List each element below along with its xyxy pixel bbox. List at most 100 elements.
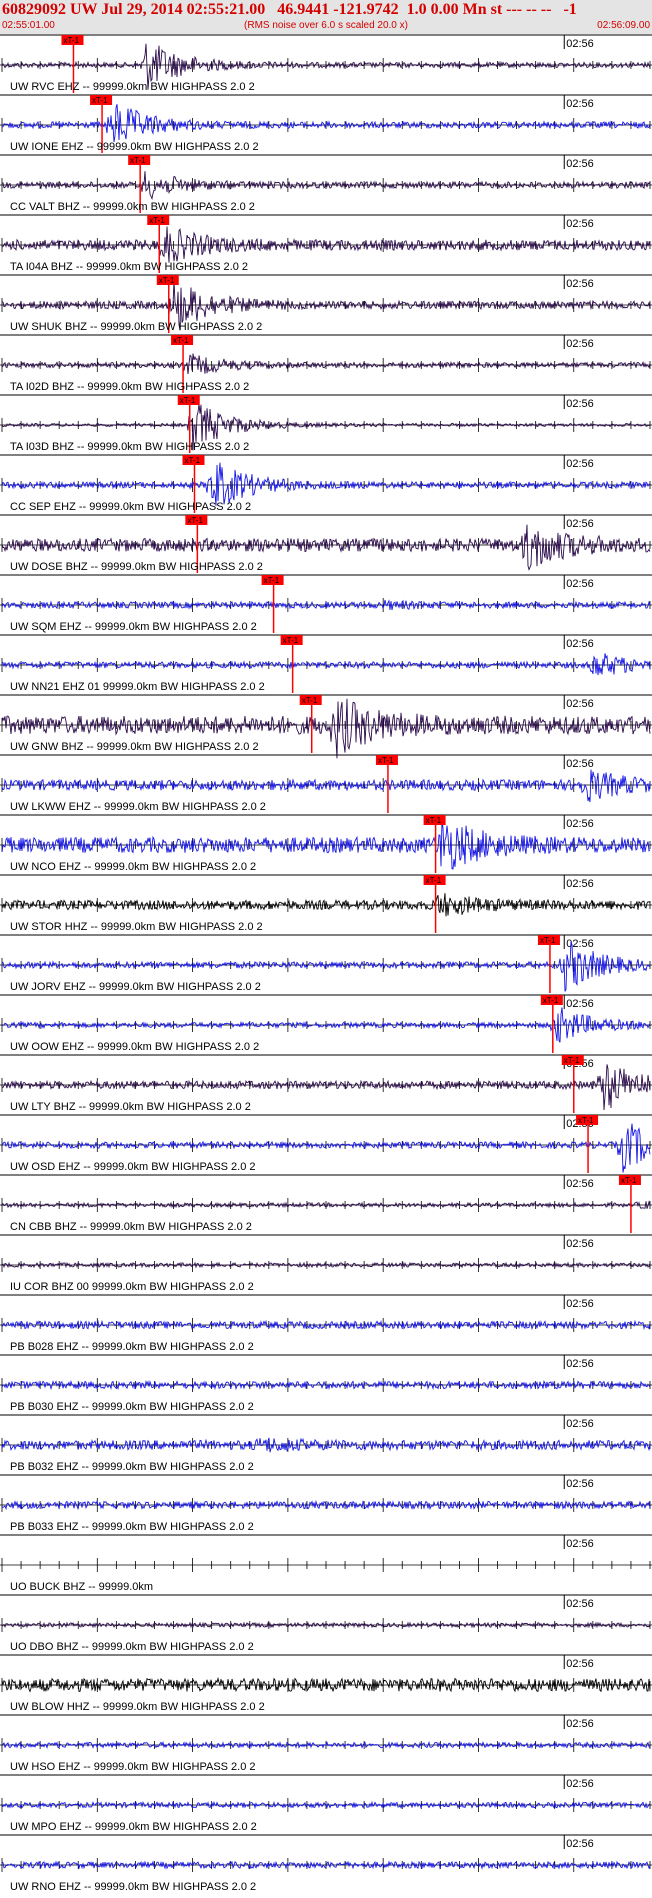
station-label: UO BUCK BHZ -- 99999.0km [10, 1581, 153, 1593]
minute-tick-label: 02:56 [566, 1298, 594, 1310]
station-label: UW HSO EHZ -- 99999.0km BW HIGHPASS 2.0 … [10, 1761, 256, 1773]
pick-label: xT-1 [187, 516, 203, 525]
trace-row: 02:56 xT-1 UW RVC EHZ -- 99999.0km BW HIGH… [0, 34, 652, 93]
waveform [1, 226, 651, 263]
trace-row: 02:56 xT-1 CC SEP EHZ -- 99999.0km BW HIGH… [0, 454, 652, 513]
trace-row: 02:56 UO BUCK BHZ -- 99999.0km [0, 1534, 652, 1593]
trace-row: 02:56 PB B033 EHZ -- 99999.0km BW HIGHPAS… [0, 1474, 652, 1533]
station-label: UW RNO EHZ -- 99999.0km BW HIGHPASS 2.0 … [10, 1881, 256, 1893]
minute-tick-label: 02:56 [566, 1178, 594, 1190]
pick-label: xT-1 [621, 1176, 637, 1185]
minute-tick-label: 02:56 [566, 578, 594, 590]
waveform [1, 893, 651, 917]
station-label: CC VALT BHZ -- 99999.0km BW HIGHPASS 2.0… [10, 201, 255, 213]
station-label: UW IONE EHZ -- 99999.0km BW HIGHPASS 2.0… [10, 141, 259, 153]
station-label: TA I03D BHZ -- 99999.0km BW HIGHPASS 2.0… [10, 441, 249, 453]
trace-row: 02:56 xT-1 CC VALT BHZ -- 99999.0km BW HIG… [0, 154, 652, 213]
station-label: UW OSD EHZ -- 99999.0km BW HIGHPASS 2.0 … [10, 1161, 256, 1173]
station-label: UW STOR HHZ -- 99999.0km BW HIGHPASS 2.0… [10, 921, 263, 933]
minute-tick-label: 02:56 [566, 818, 594, 830]
minute-tick-label: 02:56 [566, 1238, 594, 1250]
station-label: UW OOW EHZ -- 99999.0km BW HIGHPASS 2.0 … [10, 1041, 259, 1053]
pick-label: xT-1 [426, 816, 442, 825]
minute-tick-label: 02:56 [566, 338, 594, 350]
pick-label: xT-1 [264, 576, 280, 585]
waveform [1, 462, 651, 506]
minute-tick-label: 02:56 [566, 98, 594, 110]
minute-tick-label: 02:56 [566, 1718, 594, 1730]
station-label: CN CBB BHZ -- 99999.0km BW HIGHPASS 2.0 … [10, 1221, 252, 1233]
minute-tick-label: 02:56 [566, 398, 594, 410]
pick-label: xT-1 [149, 216, 165, 225]
minute-tick-label: 02:56 [566, 158, 594, 170]
minute-tick-label: 02:56 [566, 1838, 594, 1850]
pick-label: xT-1 [564, 1056, 580, 1065]
station-label: UW NN21 EHZ 01 99999.0km BW HIGHPASS 2.0… [10, 681, 265, 693]
trace-row: 02:56 UW HSO EHZ -- 99999.0km BW HIGHPASS… [0, 1714, 652, 1773]
trace-row: 02:56 xT-1 UW IONE EHZ -- 99999.0km BW HIG… [0, 94, 652, 153]
station-label: TA I04A BHZ -- 99999.0km BW HIGHPASS 2.0… [10, 261, 248, 273]
minute-tick-label: 02:56 [566, 278, 594, 290]
pick-label: xT-1 [130, 156, 146, 165]
minute-tick-label: 02:56 [566, 758, 594, 770]
minute-tick-label: 02:56 [566, 218, 594, 230]
station-label: PB B033 EHZ -- 99999.0km BW HIGHPASS 2.0… [10, 1521, 254, 1533]
trace-row: 02:56 xT-1 TA I04A BHZ -- 99999.0km BW HIG… [0, 214, 652, 273]
trace-row: 02:56 UW RNO EHZ -- 99999.0km BW HIGHPASS… [0, 1834, 652, 1893]
minute-tick-label: 02:56 [566, 698, 594, 710]
station-label: UW BLOW HHZ -- 99999.0km BW HIGHPASS 2.0… [10, 1701, 265, 1713]
minute-tick-label: 02:56 [566, 1598, 594, 1610]
station-label: UW RVC EHZ -- 99999.0km BW HIGHPASS 2.0 … [10, 81, 255, 93]
trace-row: 02:56 xT-1 UW SQM EHZ -- 99999.0km BW HIGH… [0, 574, 652, 633]
station-label: UW LKWW EHZ -- 99999.0km BW HIGHPASS 2.0… [10, 801, 266, 813]
pick-label: xT-1 [92, 96, 108, 105]
minute-tick-label: 02:56 [566, 1478, 594, 1490]
trace-row: 02:56xT-1UW LTY BHZ -- 99999.0km BW HIGH… [0, 1054, 652, 1113]
pick-label: xT-1 [378, 756, 394, 765]
minute-tick-label: 02:56 [566, 38, 594, 50]
trace-row: 02:56 PB B030 EHZ -- 99999.0km BW HIGHPAS… [0, 1354, 652, 1413]
trace-row: 02:56xT-1UW OSD EHZ -- 99999.0km BW HIGH… [0, 1114, 652, 1173]
station-label: UW LTY BHZ -- 99999.0km BW HIGHPASS 2.0 … [10, 1101, 251, 1113]
station-label: PB B028 EHZ -- 99999.0km BW HIGHPASS 2.0… [10, 1341, 254, 1353]
station-label: UW NCO EHZ -- 99999.0km BW HIGHPASS 2.0 … [10, 861, 256, 873]
pick-label: xT-1 [184, 456, 200, 465]
trace-row: 02:56 xT-1 UW OOW EHZ -- 99999.0km BW HIGH… [0, 994, 652, 1053]
pick-label: xT-1 [63, 36, 79, 45]
station-label: UW DOSE BHZ -- 99999.0km BW HIGHPASS 2.0… [10, 561, 263, 573]
station-label: UW SHUK BHZ -- 99999.0km BW HIGHPASS 2.0… [10, 321, 262, 333]
minute-tick-label: 02:56 [566, 1658, 594, 1670]
pick-label: xT-1 [180, 396, 196, 405]
trace-row: 02:56 xT-1 TA I03D BHZ -- 99999.0km BW HIG… [0, 394, 652, 453]
pick-label: xT-1 [540, 936, 556, 945]
minute-tick-label: 02:56 [566, 1538, 594, 1550]
station-label: PB B032 EHZ -- 99999.0km BW HIGHPASS 2.0… [10, 1461, 254, 1473]
trace-row: 02:56 xT-1 UW SHUK BHZ -- 99999.0km BW HIG… [0, 274, 652, 333]
minute-tick-label: 02:56 [566, 518, 594, 530]
station-label: UO DBO BHZ -- 99999.0km BW HIGHPASS 2.0 … [10, 1641, 254, 1653]
minute-tick-label: 02:56 [566, 998, 594, 1010]
station-label: UW SQM EHZ -- 99999.0km BW HIGHPASS 2.0 … [10, 621, 257, 633]
trace-row: 02:56 xT-1 TA I02D BHZ -- 99999.0km BW HIG… [0, 334, 652, 393]
waveform [1, 769, 651, 803]
minute-tick-label: 02:56 [566, 638, 594, 650]
station-label: CC SEP EHZ -- 99999.0km BW HIGHPASS 2.0 … [10, 501, 251, 513]
station-label: UW JORV EHZ -- 99999.0km BW HIGHPASS 2.0… [10, 981, 261, 993]
station-label: UW MPO EHZ -- 99999.0km BW HIGHPASS 2.0 … [10, 1821, 257, 1833]
trace-row: 02:56xT-1UW JORV EHZ -- 99999.0km BW HIG… [0, 934, 652, 993]
station-label: UW GNW BHZ -- 99999.0km BW HIGHPASS 2.0 … [10, 741, 259, 753]
station-label: TA I02D BHZ -- 99999.0km BW HIGHPASS 2.0… [10, 381, 249, 393]
minute-tick-label: 02:56 [566, 1418, 594, 1430]
pick-label: xT-1 [302, 696, 318, 705]
trace-row: 02:56 xT-1 UW NCO EHZ -- 99999.0km BW HIGH… [0, 814, 652, 873]
trace-row: 02:56 xT-1 UW DOSE BHZ -- 99999.0km BW HIG… [0, 514, 652, 573]
trace-row: 02:56 UW BLOW HHZ -- 99999.0km BW HIGHPAS… [0, 1654, 652, 1713]
waveform [1, 653, 651, 676]
trace-row: 02:56 xT-1 UW STOR HHZ -- 99999.0km BW HIG… [0, 874, 652, 933]
trace-row: 02:56 xT-1 UW NN21 EHZ 01 99999.0km BW HIG… [0, 634, 652, 693]
trace-row: 02:56 xT-1 UW GNW BHZ -- 99999.0km BW HIGH… [0, 694, 652, 759]
trace-row: 02:56 IU COR BHZ 00 99999.0km BW HIGHPASS… [0, 1234, 652, 1293]
station-label: PB B030 EHZ -- 99999.0km BW HIGHPASS 2.0… [10, 1401, 254, 1413]
trace-row: 02:56 UO DBO BHZ -- 99999.0km BW HIGHPASS… [0, 1594, 652, 1653]
pick-label: xT-1 [426, 876, 442, 885]
